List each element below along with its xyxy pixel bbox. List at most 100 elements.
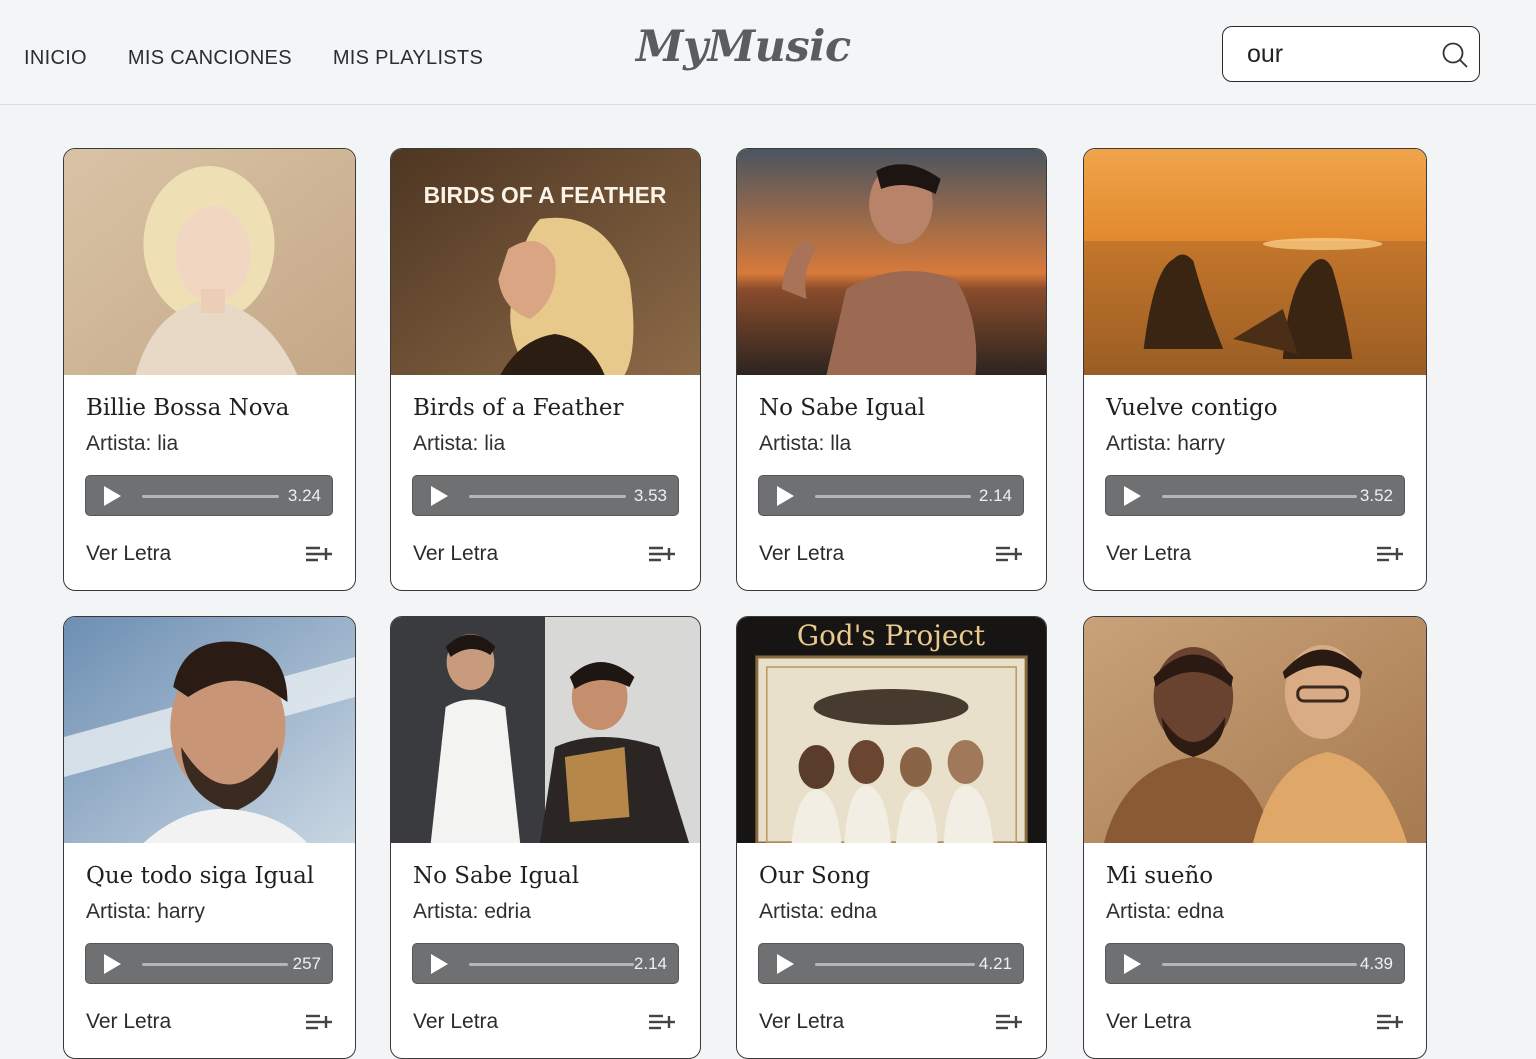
album-art-text: God's Project	[797, 619, 985, 652]
artist-name: lla	[830, 432, 852, 455]
progress-track[interactable]	[142, 963, 288, 966]
artist-name: harry	[1177, 432, 1226, 455]
artist-name: lia	[484, 432, 506, 455]
song-artist: Artista: lia	[86, 432, 178, 456]
song-card[interactable]: No Sabe Igual Artista: lla 2.14 Ver Letr…	[736, 148, 1047, 591]
artist-prefix: Artista:	[759, 432, 831, 455]
song-title: Our Song	[759, 863, 871, 889]
audio-player: 4.39	[1105, 943, 1405, 984]
album-art[interactable]	[1084, 149, 1426, 375]
audio-player: 3.53	[412, 475, 679, 516]
duration: 4.39	[1359, 954, 1393, 973]
duration: 3.24	[287, 486, 321, 505]
audio-player: 3.24	[85, 475, 333, 516]
add-to-playlist-icon[interactable]	[306, 1013, 332, 1031]
song-card[interactable]: Vuelve contigo Artista: harry 3.52 Ver L…	[1083, 148, 1427, 591]
play-icon[interactable]	[777, 954, 794, 974]
duration: 3.53	[633, 486, 667, 505]
duration: 2.14	[633, 954, 667, 973]
song-title: No Sabe Igual	[759, 395, 926, 421]
view-lyrics-link[interactable]: Ver Letra	[86, 1010, 171, 1034]
artist-prefix: Artista:	[86, 900, 158, 923]
progress-track[interactable]	[469, 963, 634, 966]
audio-player: 3.52	[1105, 475, 1405, 516]
song-card[interactable]: Billie Bossa Nova Artista: lia 3.24 Ver …	[63, 148, 356, 591]
song-artist: Artista: lia	[413, 432, 505, 456]
add-to-playlist-icon[interactable]	[649, 1013, 675, 1031]
app-logo: MyMusic	[636, 22, 851, 72]
duration: 3.52	[1359, 486, 1393, 505]
add-to-playlist-icon[interactable]	[306, 545, 332, 563]
album-art[interactable]	[737, 149, 1046, 375]
audio-player: 4.21	[758, 943, 1024, 984]
nav-mis-canciones[interactable]: MIS CANCIONES	[128, 47, 292, 70]
view-lyrics-link[interactable]: Ver Letra	[413, 1010, 498, 1034]
progress-track[interactable]	[1162, 495, 1357, 498]
artist-name: lia	[157, 432, 179, 455]
progress-track[interactable]	[469, 495, 626, 498]
album-art[interactable]	[391, 617, 700, 843]
artist-prefix: Artista:	[1106, 900, 1178, 923]
artist-name: edna	[830, 900, 877, 923]
album-art[interactable]	[1084, 617, 1426, 843]
song-card[interactable]: Que todo siga Igual Artista: harry 257 V…	[63, 616, 356, 1059]
play-icon[interactable]	[104, 486, 121, 506]
play-icon[interactable]	[777, 486, 794, 506]
song-artist: Artista: edria	[413, 900, 531, 924]
audio-player: 257	[85, 943, 333, 984]
play-icon[interactable]	[1124, 954, 1141, 974]
artist-name: harry	[157, 900, 206, 923]
song-card[interactable]: God's Project Our Song Artista: edna 4.2…	[736, 616, 1047, 1059]
song-title: Vuelve contigo	[1106, 395, 1278, 421]
progress-track[interactable]	[1162, 963, 1357, 966]
view-lyrics-link[interactable]: Ver Letra	[413, 542, 498, 566]
view-lyrics-link[interactable]: Ver Letra	[1106, 1010, 1191, 1034]
search-icon[interactable]	[1441, 41, 1469, 69]
view-lyrics-link[interactable]: Ver Letra	[86, 542, 171, 566]
add-to-playlist-icon[interactable]	[996, 1013, 1022, 1031]
top-navigation-bar: INICIO MIS CANCIONES MIS PLAYLISTS MyMus…	[0, 0, 1536, 105]
add-to-playlist-icon[interactable]	[1377, 1013, 1403, 1031]
search-box	[1222, 26, 1480, 82]
song-title: No Sabe Igual	[413, 863, 580, 889]
duration: 257	[292, 954, 321, 973]
nav-mis-playlists[interactable]: MIS PLAYLISTS	[333, 47, 483, 70]
album-art[interactable]	[64, 617, 355, 843]
song-card[interactable]: Mi sueño Artista: edna 4.39 Ver Letra	[1083, 616, 1427, 1059]
song-title: Mi sueño	[1106, 863, 1214, 889]
audio-player: 2.14	[758, 475, 1024, 516]
main-nav: INICIO MIS CANCIONES MIS PLAYLISTS	[24, 47, 483, 70]
song-artist: Artista: harry	[1106, 432, 1225, 456]
view-lyrics-link[interactable]: Ver Letra	[759, 542, 844, 566]
song-artist: Artista: lla	[759, 432, 851, 456]
artist-name: edna	[1177, 900, 1224, 923]
view-lyrics-link[interactable]: Ver Letra	[1106, 542, 1191, 566]
progress-track[interactable]	[815, 495, 971, 498]
add-to-playlist-icon[interactable]	[649, 545, 675, 563]
song-card[interactable]: No Sabe Igual Artista: edria 2.14 Ver Le…	[390, 616, 701, 1059]
album-art[interactable]: BIRDS OF A FEATHER	[391, 149, 700, 375]
view-lyrics-link[interactable]: Ver Letra	[759, 1010, 844, 1034]
artist-prefix: Artista:	[86, 432, 158, 455]
song-artist: Artista: harry	[86, 900, 205, 924]
add-to-playlist-icon[interactable]	[996, 545, 1022, 563]
song-title: Que todo siga Igual	[86, 863, 315, 889]
play-icon[interactable]	[104, 954, 121, 974]
play-icon[interactable]	[431, 486, 448, 506]
progress-track[interactable]	[142, 495, 279, 498]
play-icon[interactable]	[431, 954, 448, 974]
progress-track[interactable]	[815, 963, 975, 966]
duration: 2.14	[978, 486, 1012, 505]
album-art[interactable]	[64, 149, 355, 375]
audio-player: 2.14	[412, 943, 679, 984]
album-art[interactable]: God's Project	[737, 617, 1046, 843]
artist-prefix: Artista:	[1106, 432, 1178, 455]
search-input[interactable]	[1247, 37, 1427, 71]
nav-inicio[interactable]: INICIO	[24, 47, 87, 70]
play-icon[interactable]	[1124, 486, 1141, 506]
song-card[interactable]: BIRDS OF A FEATHER Birds of a Feather Ar…	[390, 148, 701, 591]
song-title: Billie Bossa Nova	[86, 395, 290, 421]
artist-name: edria	[484, 900, 531, 923]
song-title: Birds of a Feather	[413, 395, 624, 421]
add-to-playlist-icon[interactable]	[1377, 545, 1403, 563]
